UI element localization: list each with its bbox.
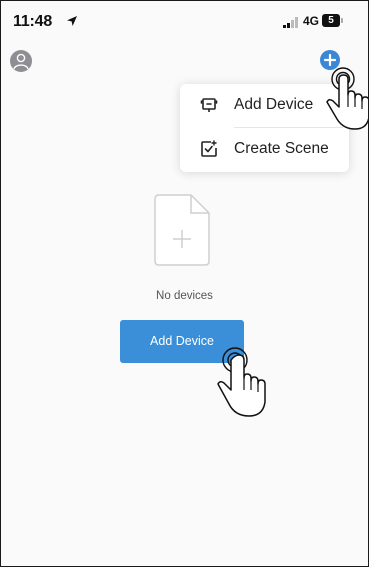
menu-item-label: Add Device [234, 96, 314, 113]
new-document-icon [154, 194, 210, 266]
device-icon [200, 98, 218, 112]
network-label: 4G [303, 14, 320, 28]
phone-screen: 11:48 4G 5 Add Device Create Scene No de… [0, 0, 369, 567]
scene-icon [201, 140, 217, 157]
location-arrow-icon [67, 16, 77, 26]
empty-state-message: No devices [156, 290, 213, 302]
person-icon [13, 53, 29, 70]
signal-icon [283, 17, 298, 28]
battery-level: 5 [322, 14, 340, 27]
tap-hand-icon [326, 67, 368, 130]
avatar[interactable] [10, 50, 32, 72]
battery-tip [341, 18, 343, 23]
status-bar: 11:48 4G 5 [1, 1, 368, 41]
menu-item-label: Create Scene [234, 140, 329, 157]
tap-hand-icon [217, 347, 266, 417]
status-time: 11:48 [13, 13, 53, 30]
battery-icon: 5 [322, 14, 346, 28]
